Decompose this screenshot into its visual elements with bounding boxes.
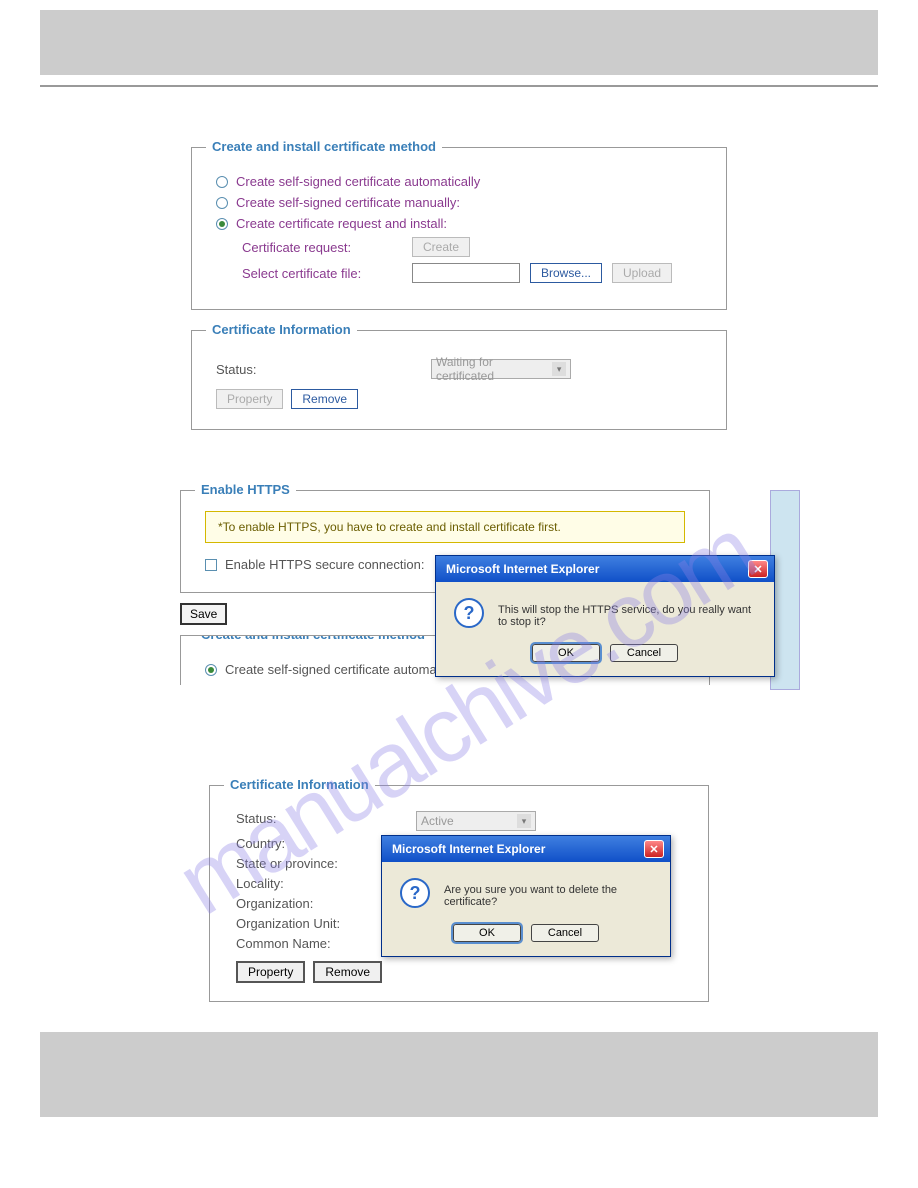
close-icon[interactable]: ✕ bbox=[748, 560, 768, 578]
property-button[interactable]: Property bbox=[216, 389, 283, 409]
status-value-2: Active bbox=[421, 814, 454, 828]
question-icon: ? bbox=[400, 878, 430, 908]
cert-info-legend-2: Certificate Information bbox=[224, 777, 375, 792]
dialog-stop-https: Microsoft Internet Explorer ✕ ? This wil… bbox=[435, 555, 775, 677]
remove-button-2[interactable]: Remove bbox=[313, 961, 382, 983]
radio-icon-checked bbox=[216, 218, 228, 230]
enable-https-checkbox[interactable] bbox=[205, 559, 217, 571]
enable-https-legend: Enable HTTPS bbox=[195, 482, 296, 497]
upload-button[interactable]: Upload bbox=[612, 263, 672, 283]
select-file-row: Select certificate file: Browse... Uploa… bbox=[242, 263, 702, 283]
file-input[interactable] bbox=[412, 263, 520, 283]
separator bbox=[40, 85, 878, 87]
radio-icon-checked bbox=[205, 664, 217, 676]
https-notice: *To enable HTTPS, you have to create and… bbox=[205, 511, 685, 543]
save-button[interactable]: Save bbox=[180, 603, 227, 625]
dialog-titlebar: Microsoft Internet Explorer ✕ bbox=[436, 556, 774, 582]
create-method-legend-2: Create and install certificate method bbox=[195, 635, 431, 642]
close-icon[interactable]: ✕ bbox=[644, 840, 664, 858]
radio-auto[interactable]: Create self-signed certificate automatic… bbox=[216, 174, 702, 189]
dialog-message: This will stop the HTTPS service, do you… bbox=[498, 598, 756, 628]
enable-https-label: Enable HTTPS secure connection: bbox=[225, 557, 424, 572]
radio-icon bbox=[216, 176, 228, 188]
create-method-legend: Create and install certificate method bbox=[206, 139, 442, 154]
remove-button[interactable]: Remove bbox=[291, 389, 358, 409]
ok-button[interactable]: OK bbox=[532, 644, 600, 662]
header-bar bbox=[40, 10, 878, 75]
radio-manual[interactable]: Create self-signed certificate manually: bbox=[216, 195, 702, 210]
cert-info-fieldset-1: Certificate Information Status: Waiting … bbox=[191, 330, 727, 430]
radio-request[interactable]: Create certificate request and install: bbox=[216, 216, 702, 231]
dialog-message-2: Are you sure you want to delete the cert… bbox=[444, 878, 652, 908]
cancel-button[interactable]: Cancel bbox=[610, 644, 678, 662]
radio-manual-label: Create self-signed certificate manually: bbox=[236, 195, 460, 210]
dialog-delete-cert: Microsoft Internet Explorer ✕ ? Are you … bbox=[381, 835, 671, 957]
cert-info-legend: Certificate Information bbox=[206, 322, 357, 337]
radio-auto-label-2: Create self-signed certificate automatic… bbox=[225, 662, 469, 677]
footer-bar bbox=[40, 1032, 878, 1117]
dialog-titlebar-2: Microsoft Internet Explorer ✕ bbox=[382, 836, 670, 862]
enable-https-section: Enable HTTPS *To enable HTTPS, you have … bbox=[180, 490, 780, 685]
radio-icon bbox=[216, 197, 228, 209]
cert-request-row: Certificate request: Create bbox=[242, 237, 702, 257]
property-button-2[interactable]: Property bbox=[236, 961, 305, 983]
chevron-down-icon: ▾ bbox=[517, 814, 531, 828]
dialog-title: Microsoft Internet Explorer bbox=[446, 562, 599, 576]
select-file-label: Select certificate file: bbox=[242, 266, 402, 281]
status-select: Waiting for certificated ▾ bbox=[431, 359, 571, 379]
status-value: Waiting for certificated bbox=[436, 355, 552, 383]
chevron-down-icon: ▾ bbox=[552, 362, 566, 376]
cert-info-section-2: Certificate Information Status: Active ▾… bbox=[209, 785, 709, 1002]
radio-request-label: Create certificate request and install: bbox=[236, 216, 447, 231]
radio-auto-label: Create self-signed certificate automatic… bbox=[236, 174, 480, 189]
cert-request-label: Certificate request: bbox=[242, 240, 402, 255]
question-icon: ? bbox=[454, 598, 484, 628]
status-select-2: Active ▾ bbox=[416, 811, 536, 831]
create-method-fieldset: Create and install certificate method Cr… bbox=[191, 147, 727, 310]
status-label: Status: bbox=[216, 362, 431, 377]
dialog-title-2: Microsoft Internet Explorer bbox=[392, 842, 545, 856]
status-row: Status: Waiting for certificated ▾ bbox=[216, 359, 702, 379]
status-label-2: Status: bbox=[236, 811, 416, 831]
ok-button-2[interactable]: OK bbox=[453, 924, 521, 942]
browse-button[interactable]: Browse... bbox=[530, 263, 602, 283]
cancel-button-2[interactable]: Cancel bbox=[531, 924, 599, 942]
create-button[interactable]: Create bbox=[412, 237, 470, 257]
